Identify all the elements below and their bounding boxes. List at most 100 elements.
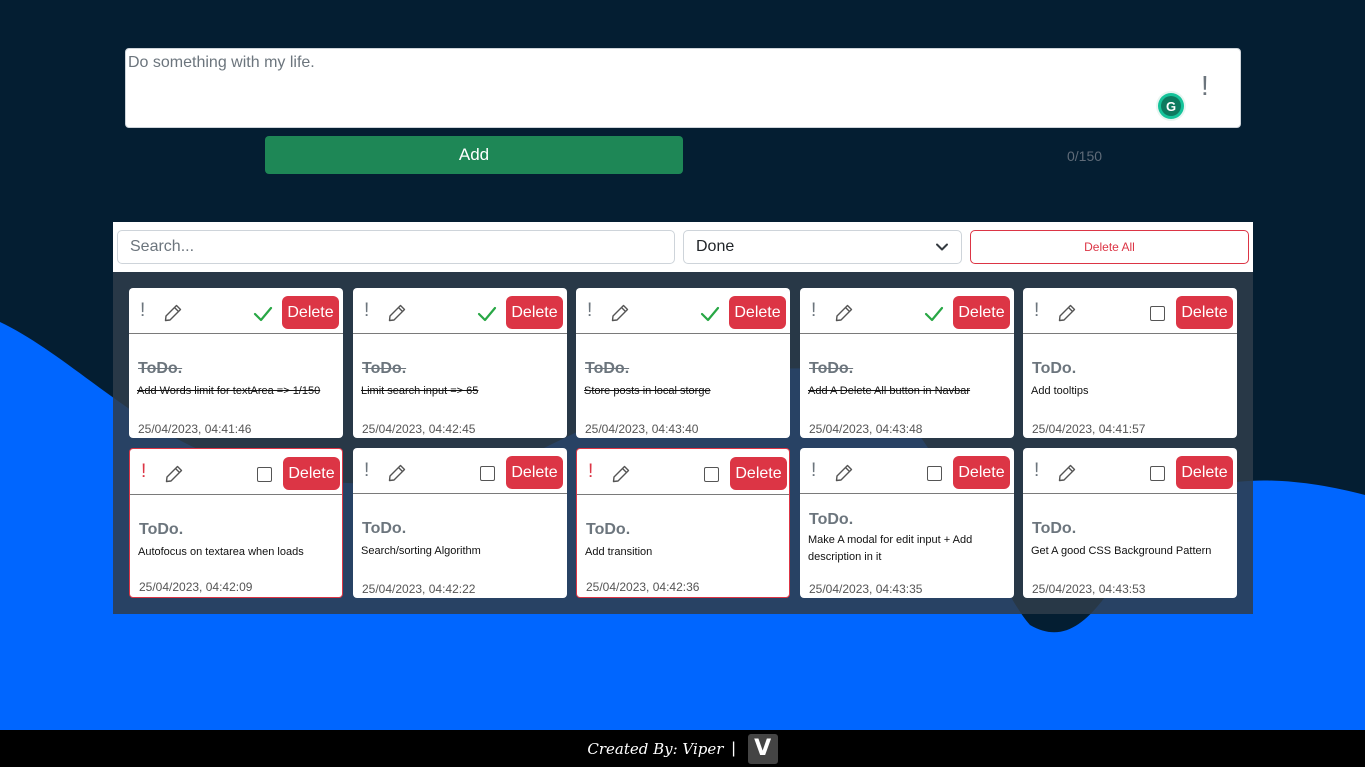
priority-icon[interactable]: !: [811, 301, 816, 320]
delete-button[interactable]: Delete: [506, 456, 563, 489]
pencil-icon[interactable]: [1057, 463, 1077, 483]
delete-button[interactable]: Delete: [282, 296, 339, 329]
priority-icon[interactable]: !: [141, 462, 146, 481]
done-checkbox[interactable]: [257, 467, 272, 482]
card-header: ! Delete: [576, 288, 790, 334]
card-text: Autofocus on textarea when loads: [138, 546, 304, 558]
delete-button[interactable]: Delete: [506, 296, 563, 329]
card-header: ! Delete: [129, 288, 343, 334]
priority-icon[interactable]: !: [364, 301, 369, 320]
todo-card: ! Delete ToDo. Add transition 25/04/2023, 04…: [576, 448, 790, 598]
todo-card: ! Delete ToDo. Autofocus on textarea when l…: [129, 448, 343, 598]
card-title: ToDo.: [1032, 520, 1077, 537]
card-timestamp: 25/04/2023, 04:43:53: [1032, 582, 1146, 596]
card-text: Limit search input => 65: [361, 385, 479, 397]
check-icon[interactable]: [253, 305, 273, 323]
priority-icon[interactable]: !: [1034, 461, 1039, 480]
delete-button[interactable]: Delete: [1176, 456, 1233, 489]
done-checkbox[interactable]: [1150, 306, 1165, 321]
card-title: ToDo.: [1032, 360, 1077, 377]
card-timestamp: 25/04/2023, 04:43:35: [809, 582, 923, 596]
pencil-icon[interactable]: [1057, 303, 1077, 323]
done-checkbox[interactable]: [480, 466, 495, 481]
todo-card: ! Delete ToDo. Limit search input => 65 25/0…: [353, 288, 567, 438]
done-checkbox[interactable]: [927, 466, 942, 481]
filter-selected-value: Done: [696, 238, 735, 255]
delete-button[interactable]: Delete: [1176, 296, 1233, 329]
card-timestamp: 25/04/2023, 04:43:48: [809, 422, 923, 436]
card-header: ! Delete: [353, 448, 567, 494]
check-icon[interactable]: [477, 305, 497, 323]
grammarly-glyph: G: [1161, 96, 1181, 116]
card-timestamp: 25/04/2023, 04:42:22: [362, 582, 476, 596]
pencil-icon[interactable]: [834, 463, 854, 483]
add-button[interactable]: Add: [265, 136, 683, 174]
pencil-icon[interactable]: [834, 303, 854, 323]
card-header: ! Delete: [800, 448, 1014, 494]
priority-icon[interactable]: !: [811, 461, 816, 480]
delete-button[interactable]: Delete: [953, 296, 1010, 329]
footer: Created By: Viper | V: [0, 730, 1365, 767]
search-input[interactable]: [117, 230, 675, 264]
todo-card: ! Delete ToDo. Search/sorting Algorithm 25/0…: [353, 448, 567, 598]
card-timestamp: 25/04/2023, 04:41:57: [1032, 422, 1146, 436]
check-icon[interactable]: [924, 305, 944, 323]
todo-textarea[interactable]: Do something with my life.: [125, 48, 1241, 128]
todo-card: ! Delete ToDo. Add Words limit for textArea…: [129, 288, 343, 438]
toolbar: Done Delete All: [113, 222, 1253, 272]
todo-card: ! Delete ToDo. Add A Delete All button in N…: [800, 288, 1014, 438]
delete-button[interactable]: Delete: [729, 296, 786, 329]
card-title: ToDo.: [586, 521, 631, 538]
card-header: ! Delete: [130, 449, 342, 495]
pencil-icon[interactable]: [610, 303, 630, 323]
pencil-icon[interactable]: [387, 463, 407, 483]
card-text: Add Words limit for textArea => 1/150: [137, 385, 321, 397]
card-header: ! Delete: [1023, 288, 1237, 334]
priority-icon[interactable]: !: [588, 462, 593, 481]
delete-button[interactable]: Delete: [953, 456, 1010, 489]
done-checkbox[interactable]: [704, 467, 719, 482]
card-header: ! Delete: [800, 288, 1014, 334]
card-timestamp: 25/04/2023, 04:42:45: [362, 422, 476, 436]
todo-card: ! Delete ToDo. Store posts in local storge 2…: [576, 288, 790, 438]
card-text: Make A modal for edit input + Add descri…: [808, 534, 973, 563]
priority-toggle-icon[interactable]: !: [1201, 72, 1209, 100]
filter-select[interactable]: Done: [683, 230, 962, 264]
todo-panel: Done Delete All ! Delete ToDo. Add Words li…: [113, 222, 1253, 614]
done-checkbox[interactable]: [1150, 466, 1165, 481]
priority-icon[interactable]: !: [1034, 301, 1039, 320]
card-timestamp: 25/04/2023, 04:42:36: [586, 580, 700, 594]
card-text: Add tooltips: [1031, 385, 1089, 397]
pencil-icon[interactable]: [387, 303, 407, 323]
card-text: Add transition: [585, 546, 653, 558]
priority-icon[interactable]: !: [140, 301, 145, 320]
delete-button[interactable]: Delete: [730, 457, 787, 490]
card-title: ToDo.: [138, 360, 183, 377]
card-title: ToDo.: [139, 521, 184, 538]
pencil-icon[interactable]: [163, 303, 183, 323]
priority-icon[interactable]: !: [587, 301, 592, 320]
card-title: ToDo.: [362, 360, 407, 377]
card-header: ! Delete: [577, 449, 789, 495]
pencil-icon[interactable]: [164, 464, 184, 484]
priority-icon[interactable]: !: [364, 461, 369, 480]
card-timestamp: 25/04/2023, 04:41:46: [138, 422, 252, 436]
check-icon[interactable]: [700, 305, 720, 323]
card-text: Add A Delete All button in Navbar: [808, 385, 971, 397]
todo-card: ! Delete ToDo. Make A modal for edit input …: [800, 448, 1014, 598]
chevron-down-icon: [936, 243, 948, 251]
card-text: Get A good CSS Background Pattern: [1031, 545, 1212, 557]
card-timestamp: 25/04/2023, 04:43:40: [585, 422, 699, 436]
footer-separator: |: [731, 739, 736, 757]
grammarly-icon[interactable]: G: [1158, 93, 1184, 119]
todo-composer: Do something with my life. G !: [125, 48, 1241, 128]
delete-all-button[interactable]: Delete All: [970, 230, 1249, 264]
todo-card: ! Delete ToDo. Get A good CSS Background Pa…: [1023, 448, 1237, 598]
card-header: ! Delete: [1023, 448, 1237, 494]
card-text: Search/sorting Algorithm: [361, 545, 481, 557]
viper-logo[interactable]: V: [747, 733, 778, 764]
card-header: ! Delete: [353, 288, 567, 334]
card-timestamp: 25/04/2023, 04:42:09: [139, 580, 253, 594]
pencil-icon[interactable]: [611, 464, 631, 484]
delete-button[interactable]: Delete: [283, 457, 340, 490]
